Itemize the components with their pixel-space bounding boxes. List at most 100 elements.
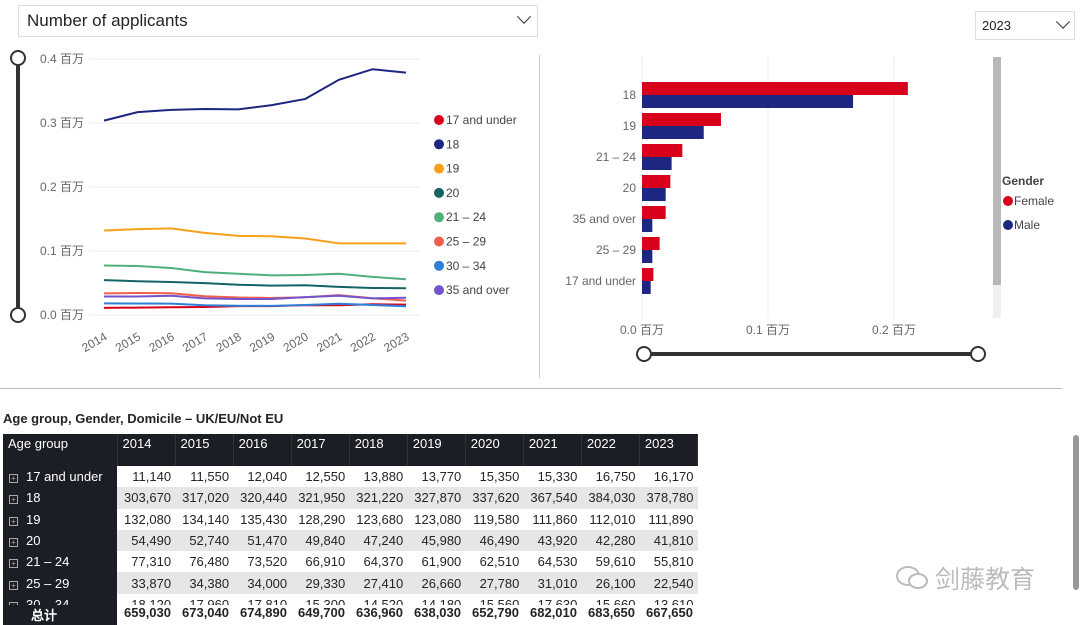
table-cell: 52,740 xyxy=(175,529,234,552)
expand-icon[interactable]: + xyxy=(9,559,18,569)
table-cell: 320,440 xyxy=(233,487,292,509)
y-tick-label: 35 and over xyxy=(573,212,636,226)
table-cell: 123,680 xyxy=(356,511,404,527)
table-cell: 76,480 xyxy=(189,554,230,570)
expand-icon[interactable]: + xyxy=(9,580,18,590)
row-header[interactable]: +21 – 24 xyxy=(3,551,117,573)
total-cell: 638,030 xyxy=(414,605,461,620)
legend-label: Male xyxy=(1014,218,1040,232)
x-tick-label: 0.1 百万 xyxy=(746,323,790,337)
table-cell: 49,840 xyxy=(291,529,350,552)
x-tick-label: 0.2 百万 xyxy=(872,323,916,337)
table-cell: 31,010 xyxy=(523,572,582,594)
table-cell: 34,380 xyxy=(175,572,234,594)
scrollbar-thumb[interactable] xyxy=(993,57,1001,285)
legend-marker xyxy=(1003,220,1013,230)
y-tick-label: 21 – 24 xyxy=(596,150,636,164)
table-cell: 15,330 xyxy=(537,469,578,485)
table-cell: 22,540 xyxy=(639,572,698,594)
table-cell: 303,670 xyxy=(117,487,176,509)
bar-female xyxy=(642,206,666,219)
column-header[interactable]: 2017 xyxy=(291,434,350,466)
total-cell: 683,650 xyxy=(588,605,635,620)
column-header[interactable]: 2020 xyxy=(465,434,524,466)
table-cell: 111,890 xyxy=(648,511,694,527)
watermark-text: 剑藤教育 xyxy=(935,566,1036,594)
bar-male xyxy=(642,219,653,232)
table-cell: 41,810 xyxy=(639,529,698,552)
total-cell: 682,010 xyxy=(530,605,577,620)
slider-handle[interactable] xyxy=(636,346,652,362)
column-header[interactable]: 2018 xyxy=(349,434,408,466)
row-header[interactable]: +17 and under xyxy=(3,466,117,488)
table-cell: 13,770 xyxy=(421,469,462,485)
table-cell: 62,510 xyxy=(479,554,520,570)
watermark: 剑藤教育 xyxy=(895,560,1035,596)
table-cell: 384,030 xyxy=(581,487,640,509)
column-header[interactable]: 2022 xyxy=(581,434,640,466)
expand-icon[interactable]: + xyxy=(9,495,18,505)
matrix-table: Age group 2014 2015 2016 2017 2018 2019 2020 202… xyxy=(3,434,698,625)
column-header[interactable]: 2019 xyxy=(407,434,466,466)
table-cell: 123,080 xyxy=(414,511,462,527)
table-cell: 61,900 xyxy=(421,554,462,570)
total-cell: 636,960 xyxy=(356,605,403,620)
table-cell: 15,350 xyxy=(479,469,520,485)
divider xyxy=(0,388,1062,389)
expand-icon[interactable]: + xyxy=(9,516,18,526)
table-cell: 119,580 xyxy=(473,511,520,527)
table-cell: 11,550 xyxy=(190,469,230,485)
row-header[interactable]: +20 xyxy=(3,529,117,552)
table-cell: 337,620 xyxy=(465,487,524,509)
expand-icon[interactable]: + xyxy=(9,474,18,484)
table-cell: 16,170 xyxy=(653,469,694,485)
table-cell: 55,810 xyxy=(653,554,694,570)
expand-icon[interactable]: + xyxy=(9,538,18,548)
header-row: Age group 2014 2015 2016 2017 2018 2019 2020 202… xyxy=(3,434,698,466)
total-cell: 673,040 xyxy=(182,605,229,620)
table-cell: 321,950 xyxy=(291,487,350,509)
table-cell: 54,490 xyxy=(117,529,176,552)
table-cell: 128,290 xyxy=(298,511,346,527)
bar-female xyxy=(642,144,683,157)
row-header[interactable]: +19 xyxy=(3,508,117,530)
table-cell: 64,530 xyxy=(537,554,578,570)
table-cell: 12,550 xyxy=(305,469,346,485)
column-header[interactable]: 2015 xyxy=(175,434,234,466)
table-cell: 132,080 xyxy=(124,511,172,527)
bar-male xyxy=(642,95,854,108)
table-row: +19 132,080 134,140 135,430 128,290 123,680 12… xyxy=(3,508,698,530)
wechat-icon xyxy=(896,566,928,589)
table-cell: 47,240 xyxy=(349,529,408,552)
scrollbar[interactable] xyxy=(1073,435,1079,590)
table-row: +17 and under 11,140 11,550 12,040 12,550 13,… xyxy=(3,466,698,488)
table-cell: 29,330 xyxy=(291,572,350,594)
column-header[interactable]: 2016 xyxy=(233,434,292,466)
row-label: 25 – 29 xyxy=(26,575,70,591)
total-row: 总计 659,030 673,040 674,890 649,700 636,960 638… xyxy=(3,605,698,625)
column-header[interactable]: 2014 xyxy=(117,434,176,466)
table-cell: 77,310 xyxy=(131,554,172,570)
table-cell: 378,780 xyxy=(639,487,698,509)
row-label: 17 and under xyxy=(26,469,103,485)
row-header[interactable]: +18 xyxy=(3,487,117,509)
bar-male xyxy=(642,126,704,139)
column-header[interactable]: 2021 xyxy=(523,434,582,466)
row-header[interactable]: +25 – 29 xyxy=(3,572,117,594)
bar-female xyxy=(642,237,660,250)
bar-female xyxy=(642,268,654,281)
table-cell: 135,430 xyxy=(240,511,288,527)
table-cell: 33,870 xyxy=(117,572,176,594)
bar-male xyxy=(642,157,672,170)
table-cell: 111,860 xyxy=(532,511,578,527)
bar-female xyxy=(642,175,671,188)
total-cell: 674,890 xyxy=(240,605,287,620)
table-cell: 26,660 xyxy=(407,572,466,594)
table-cell: 51,470 xyxy=(233,529,292,552)
slider-handle[interactable] xyxy=(970,346,986,362)
column-header[interactable]: Age group xyxy=(3,434,118,466)
table-cell: 13,880 xyxy=(363,469,404,485)
y-tick-label: 25 – 29 xyxy=(596,243,636,257)
column-header[interactable]: 2023 xyxy=(639,434,698,466)
y-tick-label: 20 xyxy=(623,181,637,195)
